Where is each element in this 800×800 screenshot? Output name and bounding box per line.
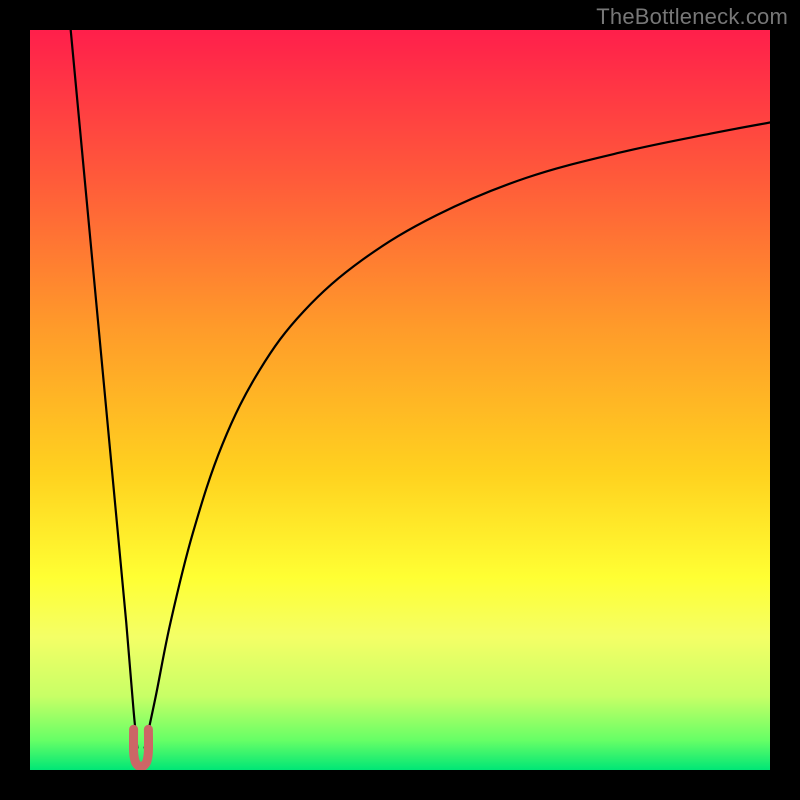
plot-area — [30, 30, 770, 770]
watermark-text: TheBottleneck.com — [596, 4, 788, 30]
curve-left-branch — [71, 30, 138, 748]
chart-frame: TheBottleneck.com — [0, 0, 800, 800]
minimum-notch — [133, 729, 148, 766]
curve-layer — [30, 30, 770, 770]
curve-right-branch — [145, 123, 770, 748]
